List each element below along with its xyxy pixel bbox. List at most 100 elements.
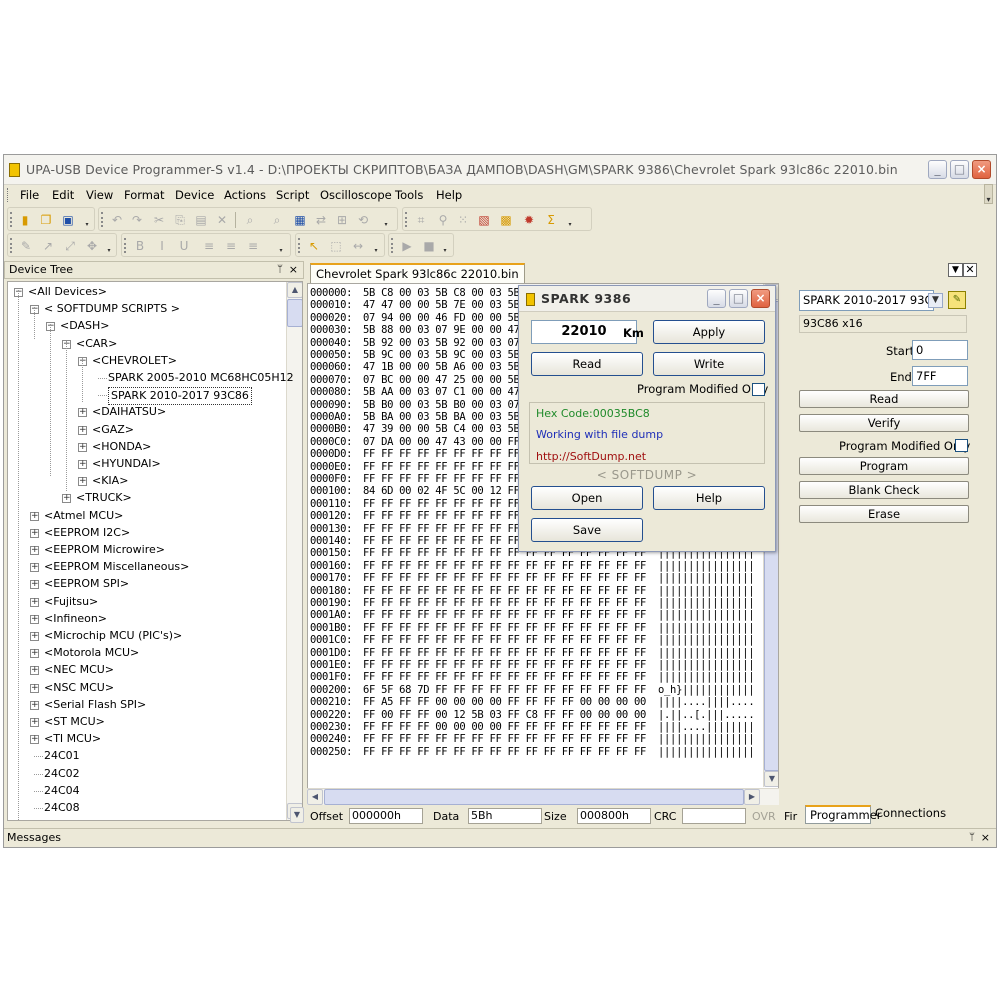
km-input[interactable]: 22010	[531, 320, 637, 344]
device-info-icon[interactable]: ✎	[948, 291, 966, 309]
hex-bytes[interactable]: 47 39 00 00 5B C4 00 03 5B	[363, 423, 520, 436]
device-select[interactable]: SPARK 2010-2017 93C86	[799, 290, 934, 311]
end-field[interactable]: 7FF	[912, 366, 968, 386]
hex-bytes[interactable]: FF FF FF FF FF FF FF FF FF FF FF FF FF F…	[363, 597, 646, 610]
hex-bytes[interactable]: FF FF FF FF FF FF FF FF FF FF FF FF FF F…	[363, 622, 646, 635]
fill-icon[interactable]: ⇄	[313, 212, 329, 228]
underline-icon[interactable]: U	[176, 238, 192, 254]
tree-node[interactable]: + <EEPROM I2C>	[8, 525, 284, 541]
dialog-modified-only-checkbox[interactable]	[752, 383, 765, 396]
chevron-down-icon[interactable]: ▼	[290, 807, 304, 823]
tree-node[interactable]: + <EEPROM Microwire>	[8, 542, 284, 558]
read-button[interactable]: Read	[799, 390, 969, 408]
hex-bytes[interactable]: FF FF FF FF FF FF FF FF FF	[363, 448, 520, 461]
tree-node[interactable]: + <EEPROM Miscellaneous>	[8, 559, 284, 575]
tree-node[interactable]: + <Atmel MCU>	[8, 508, 284, 524]
dialog-read-button[interactable]: Read	[531, 352, 643, 376]
script-icon[interactable]: ▧	[476, 212, 492, 228]
expand-icon[interactable]: +	[78, 442, 87, 452]
panel-close-icon[interactable]: ✕	[963, 263, 977, 277]
hex-bytes[interactable]: 47 47 00 00 5B 7E 00 03 5B	[363, 299, 520, 312]
tree-node[interactable]: 24C04	[8, 783, 284, 799]
italic-icon[interactable]: I	[154, 238, 170, 254]
tree-node[interactable]: + <NSC MCU>	[8, 680, 284, 696]
expand-icon[interactable]: +	[30, 632, 39, 641]
scroll-right-icon[interactable]: ▶	[744, 789, 760, 805]
hex-bytes[interactable]: FF FF FF FF FF FF FF FF FF FF FF FF FF F…	[363, 733, 646, 746]
hex-bytes[interactable]: 6F 5F 68 7D FF FF FF FF FF FF FF FF FF F…	[363, 684, 646, 697]
delete-icon[interactable]: ✕	[214, 212, 230, 228]
hex-bytes[interactable]: FF FF FF FF FF FF FF FF FF FF FF FF FF F…	[363, 746, 646, 759]
hex-bytes[interactable]: 07 DA 00 00 47 43 00 00 FF	[363, 436, 520, 449]
hex-bytes[interactable]: FF FF FF FF FF FF FF FF FF FF FF FF FF F…	[363, 572, 646, 585]
expand-icon[interactable]: +	[30, 614, 39, 624]
toolbar-dropdown-icon[interactable]: ▾	[383, 221, 389, 229]
hex-bytes[interactable]: FF FF FF FF 00 00 00 00 FF FF FF FF FF F…	[363, 721, 646, 734]
hex-bytes[interactable]: 5B BA 00 03 5B BA 00 03 5B	[363, 411, 520, 424]
tree-node[interactable]: + <Serial Flash SPI>	[8, 697, 284, 713]
close-pane-icon[interactable]: ×	[289, 262, 298, 278]
chevron-down-icon[interactable]: ▼	[928, 293, 943, 308]
tree-node[interactable]: + <TRUCK>	[8, 490, 284, 506]
hex-bytes[interactable]: FF FF FF FF FF FF FF FF FF	[363, 510, 520, 523]
pen-icon[interactable]: ✎	[18, 238, 34, 254]
toolbar-dropdown-icon[interactable]: ▾	[567, 221, 573, 229]
toolbar-dropdown-icon[interactable]: ▾	[106, 247, 112, 255]
expand-icon[interactable]: +	[30, 700, 39, 710]
bold-icon[interactable]: B	[132, 238, 148, 254]
hex-bytes[interactable]: FF FF FF FF FF FF FF FF FF	[363, 523, 520, 536]
document-tab[interactable]: Chevrolet Spark 93lc86c 22010.bin	[310, 263, 525, 283]
chip-icon[interactable]: ⌗	[413, 212, 429, 228]
lock-icon[interactable]: ⚲	[435, 212, 451, 228]
hex-bytes[interactable]: FF FF FF FF FF FF FF FF FF FF FF FF FF F…	[363, 647, 646, 660]
menu-device[interactable]: Device	[175, 188, 214, 202]
expand-icon[interactable]: +	[30, 666, 39, 676]
toolbar-dropdown-icon[interactable]: ▾	[442, 247, 448, 255]
menu-help[interactable]: Help	[436, 188, 462, 202]
scroll-thumb[interactable]	[287, 299, 302, 327]
dialog-maximize-button[interactable]: □	[729, 289, 748, 308]
hex-bytes[interactable]: FF FF FF FF FF FF FF FF FF	[363, 498, 520, 511]
toolbar-dropdown-icon[interactable]: ▾	[84, 221, 90, 229]
pin-icon[interactable]: ᛘ	[277, 262, 283, 278]
verify-button[interactable]: Verify	[799, 414, 969, 432]
document-icon[interactable]: ▦	[292, 212, 308, 228]
menu-file[interactable]: File	[20, 188, 39, 202]
zoom-icon[interactable]: ⤢	[62, 238, 78, 254]
panel-menu-icon[interactable]: ▼	[948, 263, 963, 277]
align-right-icon[interactable]: ≡	[245, 238, 261, 254]
minimize-button[interactable]: _	[928, 160, 947, 179]
tree-node[interactable]: + <Fujitsu>	[8, 594, 284, 610]
save-button[interactable]: Save	[531, 518, 643, 542]
tree-node[interactable]: + <Motorola MCU>	[8, 645, 284, 661]
tree-node[interactable]: + <Infineon>	[8, 611, 284, 627]
hex-bytes[interactable]: FF FF FF FF FF FF FF FF FF FF FF FF FF F…	[363, 585, 646, 598]
tree-node[interactable]: + <TI MCU>	[8, 731, 284, 747]
find-next-icon[interactable]: ⌕	[269, 212, 285, 228]
hex-bytes[interactable]: 5B AA 00 03 07 C1 00 00 47	[363, 386, 520, 399]
move-icon[interactable]: ✥	[84, 238, 100, 254]
expand-icon[interactable]: +	[78, 408, 87, 418]
expand-icon[interactable]: +	[30, 580, 39, 590]
pin-icon[interactable]: ᛘ	[969, 829, 975, 846]
tree-node[interactable]: − < SOFTDUMP SCRIPTS >	[8, 301, 284, 317]
hex-bytes[interactable]: 5B C8 00 03 5B C8 00 03 5B	[363, 287, 520, 300]
hex-bytes[interactable]: 47 1B 00 00 5B A6 00 03 5B	[363, 361, 520, 374]
hex-bytes[interactable]: 07 BC 00 00 47 25 00 00 5B	[363, 374, 520, 387]
modified-only-checkbox[interactable]	[955, 439, 968, 452]
hex-bytes[interactable]: FF FF FF FF FF FF FF FF FF	[363, 473, 520, 486]
menu-edit[interactable]: Edit	[52, 188, 74, 202]
close-button[interactable]: ×	[972, 160, 991, 179]
hex-bytes[interactable]: FF FF FF FF FF FF FF FF FF FF FF FF FF F…	[363, 609, 646, 622]
hex-bytes[interactable]: FF FF FF FF FF FF FF FF FF	[363, 461, 520, 474]
scroll-up-icon[interactable]: ▲	[287, 282, 302, 298]
tree-node[interactable]: + <Microchip MCU (PIC's)>	[8, 628, 284, 644]
close-pane-icon[interactable]: ×	[981, 829, 990, 846]
measure-icon[interactable]: ↔	[350, 238, 366, 254]
maximize-button[interactable]: □	[950, 160, 969, 179]
align-left-icon[interactable]: ≡	[201, 238, 217, 254]
compare-icon[interactable]: ⊞	[334, 212, 350, 228]
hex-bytes[interactable]: FF 00 FF FF 00 12 5B 03 FF C8 FF FF 00 0…	[363, 709, 646, 722]
expand-icon[interactable]: +	[30, 683, 39, 693]
hex-bytes[interactable]: 84 6D 00 02 4F 5C 00 12 FF	[363, 485, 520, 498]
